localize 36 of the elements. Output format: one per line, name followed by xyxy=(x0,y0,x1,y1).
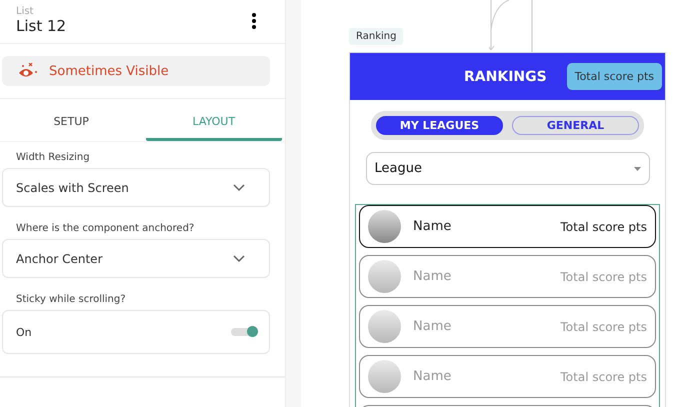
more-options-icon[interactable] xyxy=(251,12,257,28)
field-label: Where is the component anchored? xyxy=(15,223,196,236)
chevron-down-icon xyxy=(233,254,245,262)
dropdown-field[interactable]: Anchor Center xyxy=(2,239,270,278)
league-dropdown[interactable]: League xyxy=(366,152,650,185)
panel-tab[interactable]: SETUP xyxy=(3,107,140,141)
player-name: Name xyxy=(413,369,452,384)
component-title: List 12 xyxy=(16,17,66,35)
segment-tab[interactable]: GENERAL xyxy=(512,116,639,135)
player-score: Total score pts xyxy=(560,220,647,234)
screen-title: RANKINGS xyxy=(464,68,547,84)
component-type-label: List xyxy=(16,6,34,17)
avatar-photo-placeholder xyxy=(368,260,401,293)
player-score: Total score pts xyxy=(560,370,647,384)
player-name: Name xyxy=(413,319,452,334)
dropdown-field[interactable]: Scales with Screen xyxy=(2,168,270,207)
segment-tab[interactable]: MY LEAGUES xyxy=(376,116,503,135)
avatar-photo-placeholder xyxy=(368,210,401,243)
avatar-photo-placeholder xyxy=(368,310,401,343)
visibility-label: Sometimes Visible xyxy=(49,64,169,78)
screen-name-tag: Ranking xyxy=(349,28,404,45)
chevron-down-icon xyxy=(233,184,245,192)
player-score: Total score pts xyxy=(560,270,647,284)
toggle-switch[interactable] xyxy=(231,328,256,336)
toggle-value: On xyxy=(16,326,32,338)
eye-icon xyxy=(18,63,40,79)
ranking-row[interactable]: Name Total score pts xyxy=(359,205,656,248)
avatar-photo-placeholder xyxy=(368,360,401,393)
player-name: Name xyxy=(413,219,452,234)
dropdown-caret-icon xyxy=(634,166,640,170)
visibility-chip[interactable]: Sometimes Visible xyxy=(2,56,270,86)
player-score: Total score pts xyxy=(560,320,647,334)
player-name: Name xyxy=(413,269,452,284)
field-label: Width Resizing xyxy=(15,152,91,165)
score-badge: Total score pts xyxy=(566,63,662,90)
field-label: Sticky while scrolling? xyxy=(15,294,127,307)
